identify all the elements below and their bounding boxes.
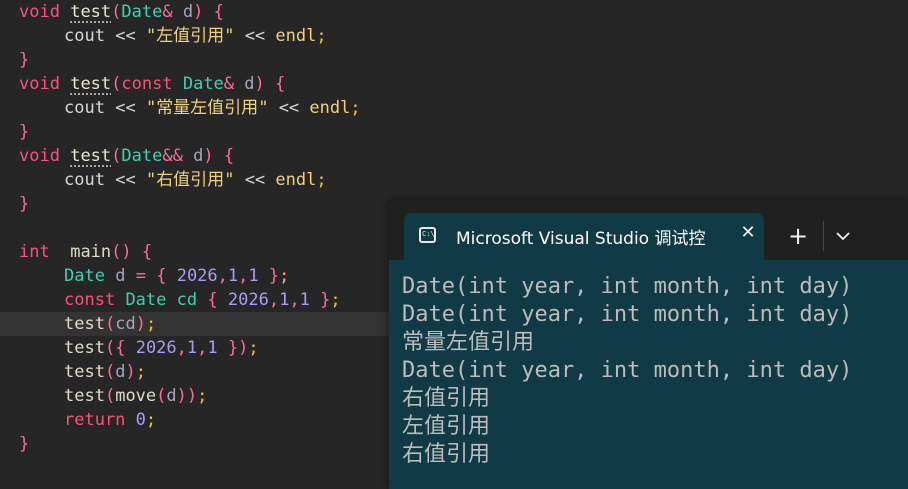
output-line: 常量左值引用 [402,330,535,355]
output-line: Date(int year, int month, int day) [402,274,853,299]
code-line: cout << "右值引用" << endl; [64,170,327,190]
code-line: void test(Date&& d) { [19,146,235,166]
terminal-tab-bar: Microsoft Visual Studio 调试控 ✕ + [389,200,908,260]
tab-divider [823,221,824,251]
console-icon [419,227,436,243]
code-line: cout << "左值引用" << endl; [64,26,327,46]
code-line: } [19,122,30,142]
close-tab-icon[interactable]: ✕ [737,222,759,244]
new-tab-button[interactable]: + [787,224,809,248]
output-line: 右值引用 [402,442,491,467]
output-line: Date(int year, int month, int day) [402,358,853,383]
debug-console-window[interactable]: Microsoft Visual Studio 调试控 ✕ + Date(int… [389,200,908,489]
tab-title: Microsoft Visual Studio 调试控 [456,229,706,249]
output-line: 左值引用 [402,414,491,439]
chevron-down-icon[interactable] [833,226,853,246]
debug-console-tab[interactable]: Microsoft Visual Studio 调试控 ✕ [404,213,764,260]
output-line: Date(int year, int month, int day) [402,302,853,327]
code-line: } [19,50,30,70]
code-line: void test(Date& d) { [19,2,224,22]
code-line: cout << "常量左值引用" << endl; [64,98,361,118]
code-line: void test(const Date& d) { [19,74,286,94]
output-line: 右值引用 [402,386,491,411]
console-output[interactable]: Date(int year, int month, int day) Date(… [389,260,908,489]
